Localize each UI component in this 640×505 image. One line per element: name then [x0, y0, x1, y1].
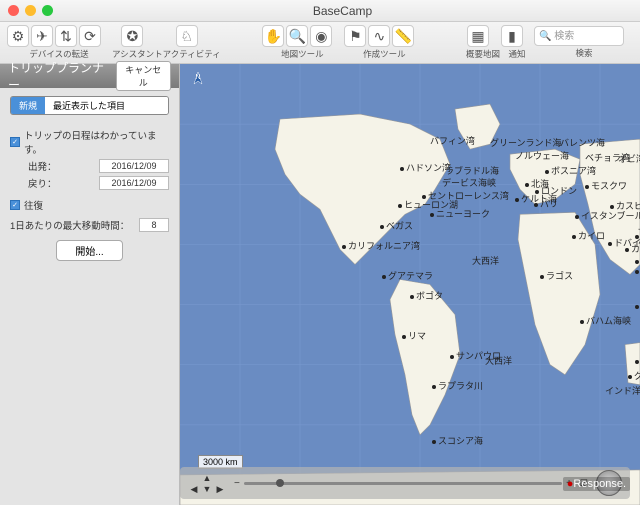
zoom-window[interactable] [42, 5, 53, 16]
close-window[interactable] [8, 5, 19, 16]
pan-control[interactable]: ▲ ◀▼▶ [188, 473, 226, 494]
watermark: ●Response. [563, 477, 630, 491]
search-icon[interactable]: 🔍 [286, 25, 308, 47]
cancel-button[interactable]: キャンセル [116, 61, 171, 91]
schedule-checkbox[interactable]: ✓ [10, 137, 20, 147]
activity-icon[interactable]: ♘ [176, 25, 198, 47]
compass-icon: N [186, 70, 210, 94]
zoom-out-icon[interactable]: − [234, 478, 240, 489]
hand-icon[interactable]: ✋ [262, 25, 284, 47]
toolbar-label-notify: 通知 [508, 48, 525, 60]
device-icon[interactable]: ⚙ [7, 25, 29, 47]
refresh-icon[interactable]: ⟳ [79, 25, 101, 47]
map-canvas[interactable]: N バフィン湾グリーンランド海バレンツ海ノルウェー海ベチョラ湾オビ湾ハドソン湾ラ… [180, 64, 640, 505]
maxhours-label: 1日あたりの最大移動時間： [10, 218, 135, 232]
roundtrip-label: 往復 [24, 198, 169, 212]
ruler-icon[interactable]: 📏 [392, 25, 414, 47]
toolbar-label-search: 検索 [575, 47, 592, 59]
depart-label: 出発： [28, 159, 95, 173]
globe-icon[interactable]: ◉ [310, 25, 332, 47]
path-icon[interactable]: ∿ [368, 25, 390, 47]
summary-icon[interactable]: ▦ [467, 25, 489, 47]
notify-icon[interactable]: ▮ [501, 25, 523, 47]
world-map [180, 64, 640, 505]
zoom-slider[interactable] [244, 482, 562, 485]
svg-text:N: N [195, 74, 200, 81]
search-input[interactable]: 🔍 検索 [534, 26, 624, 46]
sidebar: トリッププランナー キャンセル 新規 最近表示した項目 ✓トリップの日程はわかっ… [0, 64, 180, 505]
minimize-window[interactable] [25, 5, 36, 16]
toolbar-label-activity: アクティビティ [163, 48, 221, 60]
assistant-icon[interactable]: ✪ [121, 25, 143, 47]
return-label: 戻り： [28, 176, 95, 190]
maxhours-field[interactable]: 8 [139, 218, 169, 232]
depart-field[interactable]: 2016/12/09 [99, 159, 169, 173]
roundtrip-checkbox[interactable]: ✓ [10, 200, 20, 210]
toolbar-label-maptools: 地図ツール [281, 48, 324, 60]
window-title: BaseCamp [53, 4, 632, 18]
flag-icon[interactable]: ⚑ [344, 25, 366, 47]
rocket-icon[interactable]: ✈ [31, 25, 53, 47]
toolbar-label-assistant: アシスタント [112, 48, 163, 60]
start-button[interactable]: 開始... [56, 240, 122, 261]
sync-icon[interactable]: ⇅ [55, 25, 77, 47]
schedule-label: トリップの日程はわかっています。 [24, 128, 169, 156]
toolbar-label-summary: 概要地図 [466, 48, 500, 60]
tab-new[interactable]: 新規 [11, 97, 45, 114]
toolbar: ⚙ ✈ ⇅ ⟳ デバイスの転送 ✪ アシスタント ♘ アクティビティ ✋ 🔍 ◉… [0, 22, 640, 64]
return-field[interactable]: 2016/12/09 [99, 176, 169, 190]
tab-recent[interactable]: 最近表示した項目 [45, 97, 168, 114]
sidebar-title: トリッププランナー [8, 59, 108, 93]
toolbar-label-create: 作成ツール [363, 48, 406, 60]
